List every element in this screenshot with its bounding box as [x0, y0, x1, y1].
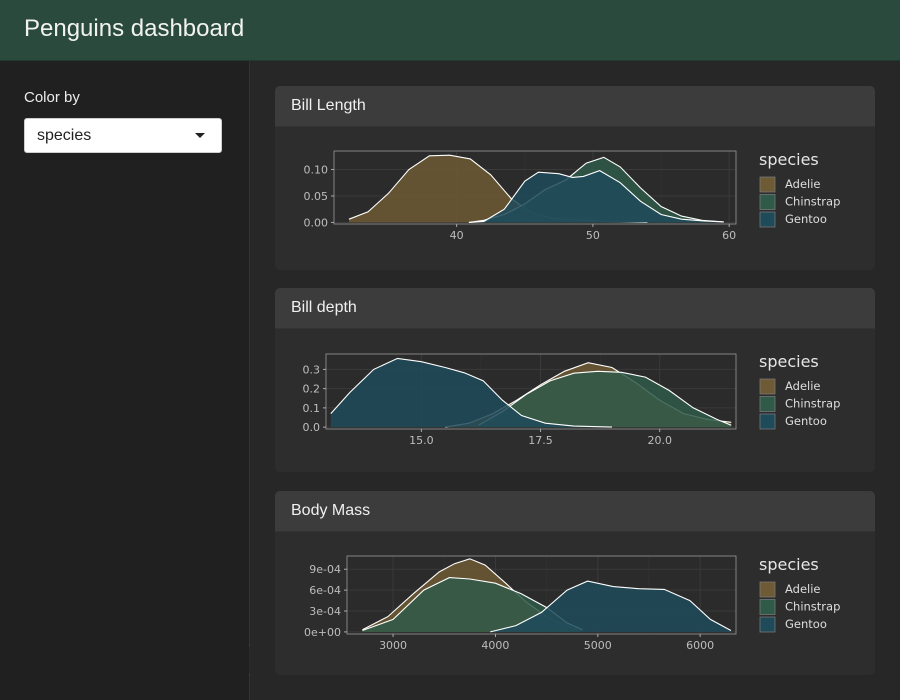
y-tick-label: 6e-04	[309, 584, 341, 597]
y-tick-label: 0.0	[303, 421, 321, 434]
color-by-select-value: species	[37, 127, 92, 144]
legend-label-adelie: Adelie	[785, 582, 821, 596]
bill-depth-card: Bill depth 15.0 17.5 20.0 0.0 0.1 0.2 0.3 speci…	[275, 288, 875, 472]
x-tick-label: 17.5	[528, 434, 553, 447]
y-tick-label: 3e-04	[309, 605, 341, 618]
swatch-gentoo	[759, 413, 776, 430]
y-tick-label: 0e+00	[304, 626, 341, 639]
x-tick-label: 60	[722, 229, 736, 242]
legend: species Adelie Chinstrap Gentoo	[759, 555, 840, 633]
y-tick-label: 0.00	[304, 216, 329, 229]
swatch-gentoo	[759, 616, 776, 633]
legend-title: species	[759, 555, 819, 574]
color-by-select[interactable]: species	[24, 118, 222, 153]
y-tick-label: 0.2	[303, 383, 321, 396]
x-tick-label: 6000	[686, 639, 714, 652]
y-tick-label: 0.10	[304, 164, 329, 177]
app-title: Penguins dashboard	[24, 15, 245, 42]
legend-label-chinstrap: Chinstrap	[785, 397, 840, 411]
legend-label-gentoo: Gentoo	[785, 212, 827, 226]
y-tick-label: 0.3	[303, 363, 321, 376]
sidebar: Color by species	[0, 61, 250, 700]
swatch-chinstrap	[759, 194, 776, 210]
bill-depth-density-chart: 15.0 17.5 20.0 0.0 0.1 0.2 0.3 species Adelie Chi…	[303, 352, 841, 447]
body-mass-card-title: Body Mass	[275, 491, 875, 532]
y-tick-label: 0.1	[303, 402, 321, 415]
bill-length-card-title: Bill Length	[275, 86, 875, 127]
x-tick-label: 3000	[379, 639, 407, 652]
x-tick-label: 15.0	[409, 434, 434, 447]
y-tick-label: 0.05	[304, 190, 329, 203]
body-mass-card: Body Mass 3000 4000 5000 6000 0e+00 3e-04 6e-0…	[275, 491, 875, 675]
bill-length-density-chart: 40 50 60 0.00 0.05 0.10 species Adelie Chinstrap…	[304, 150, 841, 242]
x-tick-label: 4000	[481, 639, 509, 652]
y-tick-label: 9e-04	[309, 563, 341, 576]
x-tick-label: 5000	[584, 639, 612, 652]
bill-depth-card-title: Bill depth	[275, 288, 875, 329]
legend: species Adelie Chinstrap Gentoo	[759, 352, 840, 430]
swatch-gentoo	[759, 211, 776, 228]
bill-length-card: Bill Length 40 50 60 0.00 0.05 0.10 species Ade…	[275, 86, 875, 270]
legend-title: species	[759, 352, 819, 371]
swatch-adelie	[759, 176, 776, 193]
legend-label-adelie: Adelie	[785, 177, 821, 191]
body-mass-density-chart: 3000 4000 5000 6000 0e+00 3e-04 6e-04 9e-04 spec…	[304, 555, 840, 652]
legend-title: species	[759, 150, 819, 169]
x-tick-label: 40	[450, 229, 464, 242]
legend-label-gentoo: Gentoo	[785, 414, 827, 428]
caret-down-icon	[195, 133, 205, 138]
x-tick-label: 20.0	[647, 434, 672, 447]
legend: species Adelie Chinstrap Gentoo	[759, 150, 840, 228]
legend-label-chinstrap: Chinstrap	[785, 195, 840, 209]
top-navbar: Penguins dashboard	[0, 0, 900, 61]
x-tick-label: 50	[586, 229, 600, 242]
legend-label-adelie: Adelie	[785, 379, 821, 393]
legend-label-chinstrap: Chinstrap	[785, 600, 840, 614]
swatch-chinstrap	[759, 599, 776, 615]
swatch-chinstrap	[759, 396, 776, 412]
legend-label-gentoo: Gentoo	[785, 617, 827, 631]
color-by-label: Color by	[24, 89, 80, 106]
swatch-adelie	[759, 581, 776, 598]
swatch-adelie	[759, 378, 776, 395]
main-panel: Bill Length 40 50 60 0.00 0.05 0.10 species Ade…	[250, 61, 900, 700]
